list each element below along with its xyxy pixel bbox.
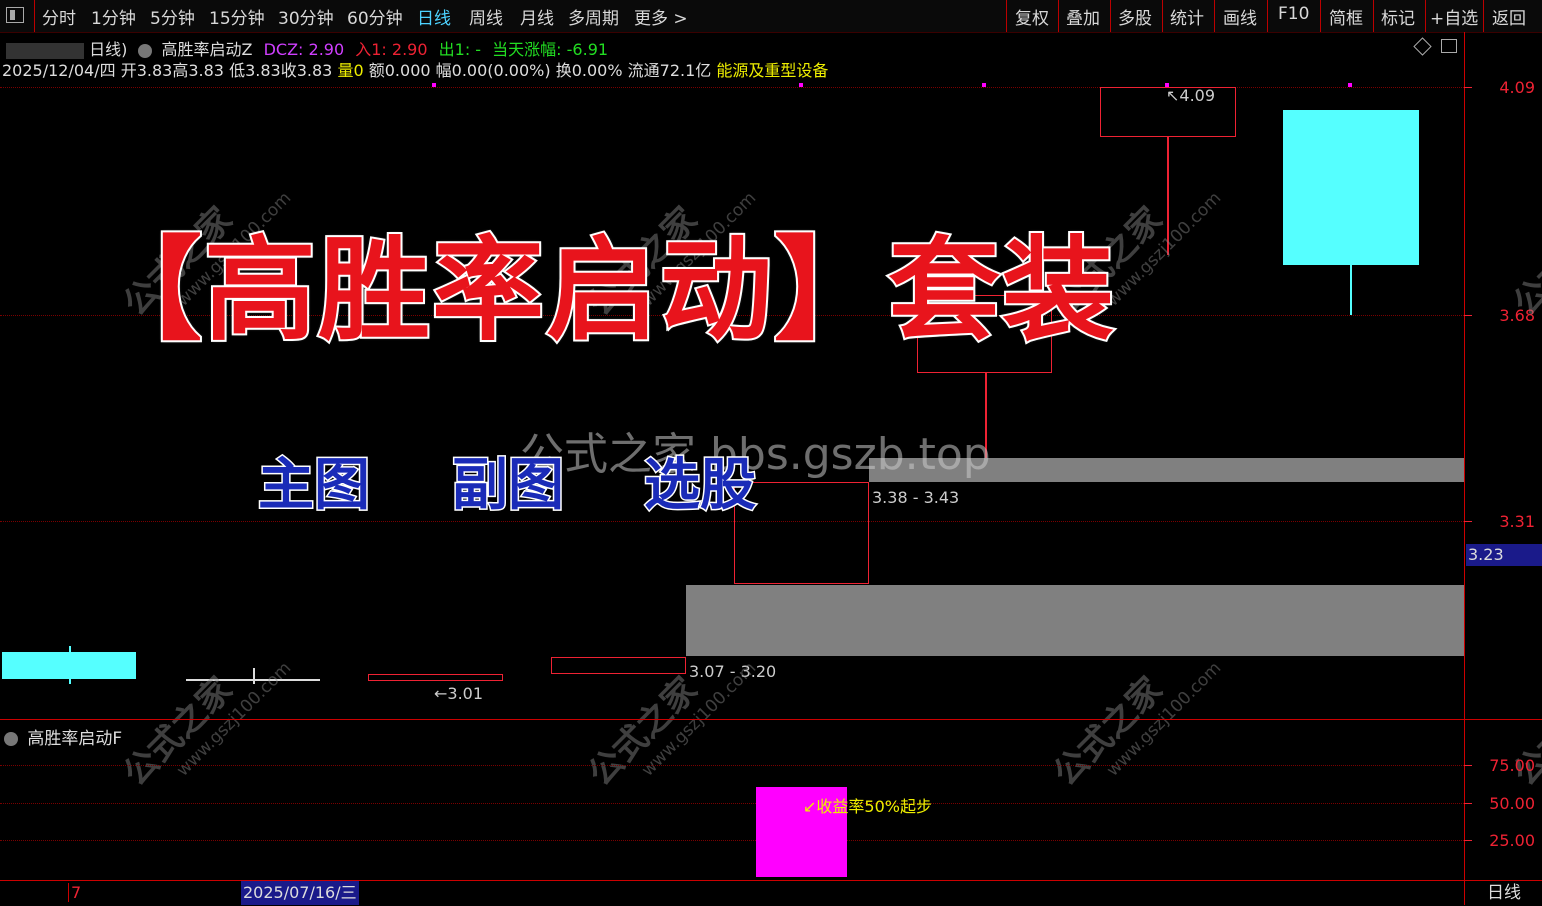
quote-open: 开3.83 <box>120 61 173 80</box>
signal-dot <box>799 83 803 87</box>
panel-separator <box>0 719 1542 720</box>
overlay-button[interactable]: 叠加 <box>1066 4 1100 29</box>
mark-button[interactable]: 标记 <box>1381 4 1415 29</box>
divider <box>1425 0 1426 32</box>
tab-monthly[interactable]: 月线 <box>520 4 554 29</box>
gridline <box>0 765 1464 766</box>
quote-line: 2025/12/04/四 开3.83高3.83 低3.83收3.83 量0 额0… <box>2 57 829 80</box>
quote-turnover: 换0.00% <box>555 61 623 80</box>
watermark: 公式之家 www.gszj100.com <box>110 624 296 809</box>
divider <box>1110 0 1111 32</box>
period-indicator: 日线 <box>1464 881 1542 905</box>
tab-30min[interactable]: 30分钟 <box>278 4 334 29</box>
candle-bullish <box>368 674 503 681</box>
axis-tick <box>1464 765 1472 766</box>
back-button[interactable]: 返回 <box>1492 4 1526 29</box>
quote-pct: 幅0.00(0.00%) <box>435 61 551 80</box>
quote-date: 2025/12/04/四 <box>2 61 116 80</box>
axis-tick <box>1464 840 1472 841</box>
time-axis-left: 7 <box>68 883 81 902</box>
sub-indicator-name[interactable]: 高胜率启动F <box>27 729 122 749</box>
axis-tick <box>1464 521 1472 522</box>
divider <box>34 0 35 32</box>
panel-toggle-icon[interactable] <box>6 7 24 23</box>
tab-15min[interactable]: 15分钟 <box>209 4 265 29</box>
tab-5min[interactable]: 5分钟 <box>150 4 195 29</box>
divider <box>1320 0 1321 32</box>
axis-tick <box>1464 315 1472 316</box>
gridline <box>0 803 1464 804</box>
quote-close: 收3.83 <box>280 61 333 80</box>
signal-dot <box>432 83 436 87</box>
quote-sector: 能源及重型设备 <box>716 61 829 80</box>
promo-sub-screener: 选股 <box>643 451 758 520</box>
tab-1min[interactable]: 1分钟 <box>91 4 136 29</box>
promo-title: 【高胜率启动】套装 <box>88 223 1116 358</box>
indicator-header: 日线) 高胜率启动Z DCZ: 2.90 入1: 2.90 出1: - 当天涨幅… <box>0 36 608 59</box>
sub-panel-header: 高胜率启动F <box>4 724 122 749</box>
cursor-date: 2025/07/16/三 <box>241 881 359 905</box>
add-watchlist-button[interactable]: +自选 <box>1430 4 1478 29</box>
signal-dot <box>982 83 986 87</box>
candle-wick <box>69 646 71 684</box>
stats-button[interactable]: 统计 <box>1170 4 1204 29</box>
divider <box>1373 0 1374 32</box>
sub-axis: 75.00 50.00 25.00 <box>1464 720 1542 880</box>
tab-weekly[interactable]: 周线 <box>469 4 503 29</box>
divider <box>1214 0 1215 32</box>
quote-low: 低3.83 <box>229 61 281 80</box>
tab-more[interactable]: 更多 > <box>634 4 688 29</box>
tab-fenshi[interactable]: 分时 <box>42 4 76 29</box>
tab-multi-period[interactable]: 多周期 <box>568 4 619 29</box>
period-toolbar: 分时 1分钟 5分钟 15分钟 30分钟 60分钟 日线 周线 月线 多周期 更… <box>0 0 1542 33</box>
support-zone <box>686 585 1464 656</box>
low-label-301: ←3.01 <box>434 684 484 703</box>
sub-axis-label: 75.00 <box>1489 756 1535 775</box>
quote-volume: 量0 <box>337 61 364 80</box>
candle-wick <box>1350 265 1352 315</box>
time-axis-bar: 7 2025/07/16/三 日线 <box>0 880 1542 906</box>
collapse-icon[interactable] <box>138 43 153 58</box>
fuquan-button[interactable]: 复权 <box>1015 4 1049 29</box>
price-label: 4.09 <box>1499 78 1535 97</box>
tab-60min[interactable]: 60分钟 <box>347 4 403 29</box>
divider <box>1006 0 1007 32</box>
draw-line-button[interactable]: 画线 <box>1223 4 1257 29</box>
price-label: 3.31 <box>1499 512 1535 531</box>
gridline <box>0 521 1464 522</box>
collapse-icon[interactable] <box>4 732 18 746</box>
quote-high: 高3.83 <box>172 61 224 80</box>
gridline <box>0 87 1464 88</box>
signal-dot <box>1165 83 1169 87</box>
price-axis: 4.09 3.68 3.31 3.23 <box>1464 32 1542 720</box>
multi-stock-button[interactable]: 多股 <box>1118 4 1152 29</box>
promo-sub-main: 主图 <box>257 451 372 520</box>
divider <box>1162 0 1163 32</box>
diamond-icon[interactable] <box>1413 37 1432 56</box>
sub-axis-label: 25.00 <box>1489 831 1535 850</box>
divider <box>1267 0 1268 32</box>
promo-sub-secondary: 副图 <box>451 451 566 520</box>
tab-daily[interactable]: 日线 <box>417 4 451 29</box>
divider <box>1483 0 1484 32</box>
window-icon[interactable] <box>1441 39 1457 53</box>
quote-amount: 额0.000 <box>368 61 431 80</box>
zone-high-label: 3.38 - 3.43 <box>872 488 960 507</box>
divider <box>1058 0 1059 32</box>
high-value: 4.09 <box>1179 86 1216 105</box>
axis-tick <box>1464 87 1472 88</box>
low-value: 3.01 <box>447 684 484 703</box>
axis-tick <box>1464 803 1472 804</box>
high-label-409: ↖4.09 <box>1166 86 1216 105</box>
current-price-tag: 3.23 <box>1466 544 1542 566</box>
signal-dot <box>1348 83 1352 87</box>
signal-annotation: ↙收益率50%起步 <box>803 797 932 816</box>
quote-float: 流通72.1亿 <box>627 61 712 80</box>
watermark: 公式之家 www.gszj100.com <box>575 624 761 809</box>
sub-axis-label: 50.00 <box>1489 794 1535 813</box>
f10-button[interactable]: F10 <box>1278 4 1309 24</box>
gridline <box>0 840 1464 841</box>
simple-frame-button[interactable]: 简框 <box>1329 4 1363 29</box>
candle-bearish <box>1283 110 1419 265</box>
